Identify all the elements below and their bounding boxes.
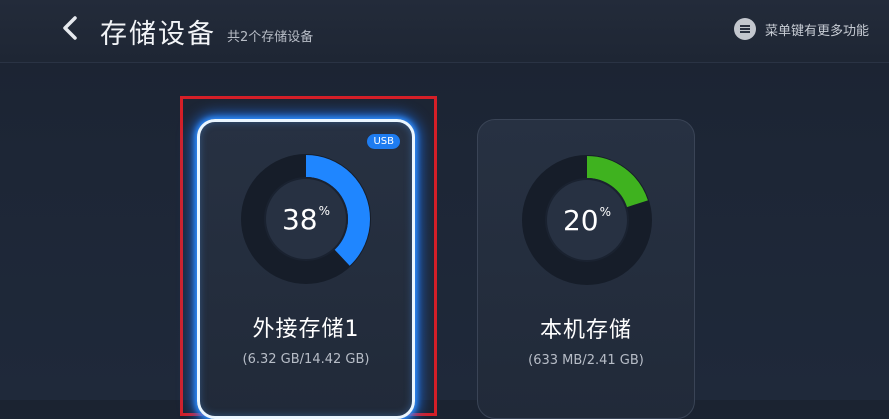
device-size: (6.32 GB/14.42 GB): [242, 352, 370, 367]
usage-percent-value: 20: [562, 203, 599, 237]
menu-icon: [733, 18, 756, 40]
usage-percent: 38%: [241, 154, 371, 284]
usage-ring: 20%: [522, 155, 652, 285]
device-count: 共2个存储设备: [227, 30, 314, 45]
percent-sign: %: [599, 205, 612, 219]
device-name: 本机存储: [539, 318, 632, 343]
back-arrow-icon[interactable]: [58, 14, 84, 42]
usage-ring: 38%: [241, 154, 371, 284]
percent-sign: %: [318, 204, 331, 218]
page-title: 存储设备: [100, 19, 216, 50]
usage-percent: 20%: [522, 155, 652, 285]
usage-percent-value: 38: [281, 202, 318, 236]
storage-card-internal[interactable]: 20% 本机存储 (633 MB/2.41 GB): [477, 119, 695, 419]
menu-hint-text: 菜单键有更多功能: [764, 23, 869, 39]
usb-badge: USB: [367, 134, 400, 149]
device-size: (633 MB/2.41 GB): [528, 353, 644, 368]
menu-hint: 菜单键有更多功能: [733, 18, 869, 40]
device-name: 外接存储1: [252, 317, 360, 342]
storage-card-external[interactable]: USB 38% 外接存储1 (6.32 GB/14.42 GB): [197, 119, 415, 419]
top-bar: 存储设备 共2个存储设备 菜单键有更多功能: [0, 0, 889, 63]
